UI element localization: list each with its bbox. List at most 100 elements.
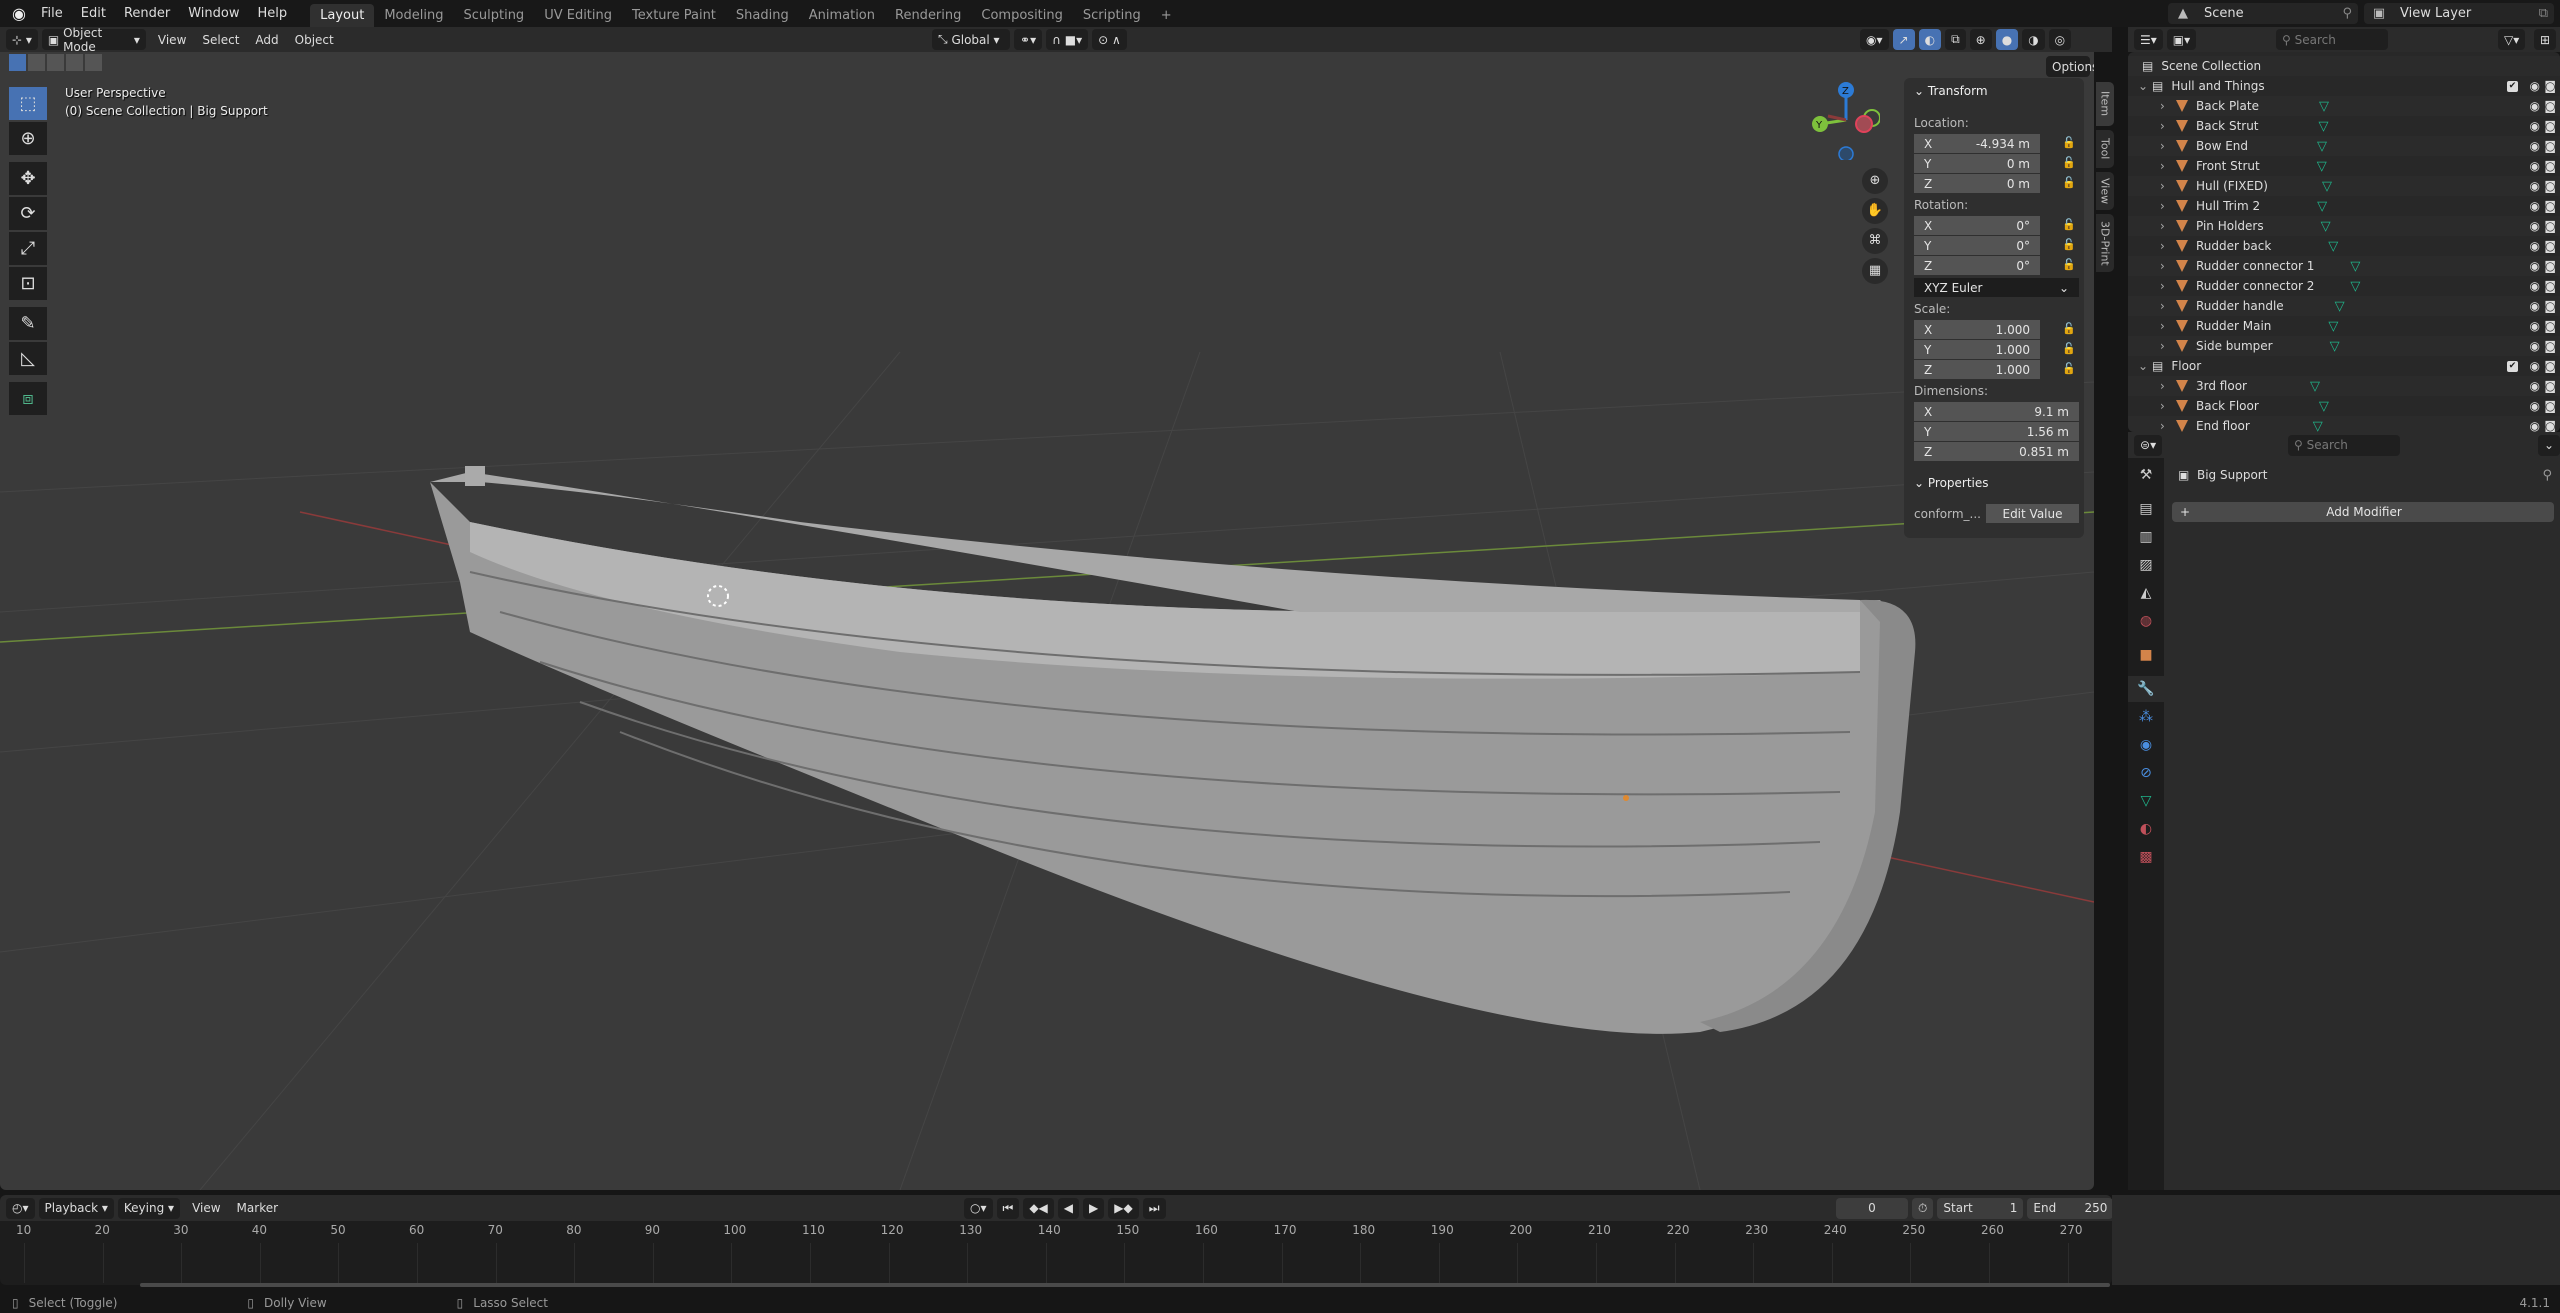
visibility-dropdown[interactable]: ◉ ▾ bbox=[1860, 29, 1889, 50]
timeline-scrollbar[interactable] bbox=[140, 1283, 2110, 1287]
lock-rotation-x-icon[interactable]: 🔓 bbox=[2062, 218, 2076, 232]
jump-start-button[interactable]: ⏮ bbox=[996, 1197, 1020, 1219]
scene-selector[interactable]: ▲ Scene ⚲ bbox=[2168, 3, 2358, 24]
outliner-object[interactable]: › Rudder connector 1 ▽ ◉ ◙ bbox=[2128, 256, 2560, 276]
location-x-field[interactable]: X -4.934 m bbox=[1914, 134, 2040, 153]
tool-rotate[interactable]: ⟳ bbox=[9, 197, 47, 230]
eye-icon[interactable]: ◉ bbox=[2530, 179, 2540, 193]
dimensions-y-field[interactable]: Y 1.56 m bbox=[1914, 422, 2079, 441]
outliner-object[interactable]: › Side bumper ▽ ◉ ◙ bbox=[2128, 336, 2560, 356]
workspace-tab-compositing[interactable]: Compositing bbox=[971, 4, 1073, 27]
mesh-data-icon[interactable]: ▽ bbox=[2310, 379, 2320, 394]
camera-icon[interactable]: ◙ bbox=[2544, 199, 2556, 213]
rotation-y-field[interactable]: Y 0° bbox=[1914, 236, 2040, 255]
menu-timeline-view[interactable]: View bbox=[184, 1201, 228, 1215]
timeline-area[interactable]: 10 20 30 40 50 60 70 80 90 100 110 120 130 140 150 160 1… bbox=[0, 1221, 2112, 1287]
mesh-data-icon[interactable]: ▽ bbox=[2317, 139, 2327, 154]
properties-tab-scene[interactable]: ◭ bbox=[2128, 580, 2164, 606]
camera-icon[interactable]: ◙ bbox=[2544, 119, 2556, 133]
lock-location-y-icon[interactable]: 🔓 bbox=[2062, 156, 2076, 170]
auto-keying-toggle[interactable]: ○ ▾ bbox=[964, 1197, 993, 1219]
add-workspace-button[interactable]: + bbox=[1151, 4, 1182, 27]
new-collection-button[interactable]: ⊞ bbox=[2534, 29, 2557, 50]
camera-icon[interactable]: ◙ bbox=[2544, 179, 2556, 193]
eye-icon[interactable]: ◉ bbox=[2530, 119, 2540, 133]
mesh-data-icon[interactable]: ▽ bbox=[2313, 419, 2323, 433]
tool-transform[interactable]: ⊡ bbox=[9, 267, 47, 300]
options-button[interactable]: Options bbox=[2046, 56, 2094, 77]
expand-chevron-icon[interactable]: ⌄ bbox=[2138, 359, 2152, 373]
outliner-object[interactable]: › End floor ▽ ◉ ◙ bbox=[2128, 416, 2560, 432]
camera-icon[interactable]: ◙ bbox=[2544, 359, 2556, 373]
pan-view-icon[interactable]: ✋ bbox=[1862, 198, 1888, 224]
lock-scale-y-icon[interactable]: 🔓 bbox=[2062, 342, 2076, 356]
outliner-object[interactable]: › Rudder Main ▽ ◉ ◙ bbox=[2128, 316, 2560, 336]
edit-value-button[interactable]: Edit Value bbox=[1986, 504, 2079, 523]
overlay-toggle[interactable]: ◐ bbox=[1918, 29, 1942, 50]
lock-scale-x-icon[interactable]: 🔓 bbox=[2062, 322, 2076, 336]
eye-icon[interactable]: ◉ bbox=[2530, 319, 2540, 333]
lock-location-x-icon[interactable]: 🔓 bbox=[2062, 136, 2076, 150]
outliner-object[interactable]: › Hull (FIXED) ▽ ◉ ◙ bbox=[2128, 176, 2560, 196]
camera-icon[interactable]: ◙ bbox=[2544, 139, 2556, 153]
outliner-object[interactable]: › Pin Holders ▽ ◉ ◙ bbox=[2128, 216, 2560, 236]
properties-tab-constraints[interactable]: ⊘ bbox=[2128, 760, 2164, 786]
workspace-tab-modeling[interactable]: Modeling bbox=[374, 4, 453, 27]
properties-tab-texture[interactable]: ▩ bbox=[2128, 844, 2164, 870]
next-keyframe-button[interactable]: ▶◆ bbox=[1108, 1197, 1139, 1219]
end-frame-field[interactable]: End 250 bbox=[2027, 1197, 2114, 1219]
outliner-object[interactable]: › Rudder handle ▽ ◉ ◙ bbox=[2128, 296, 2560, 316]
camera-icon[interactable]: ◙ bbox=[2544, 399, 2556, 413]
workspace-tab-scripting[interactable]: Scripting bbox=[1073, 4, 1151, 27]
pin-icon[interactable]: ⚲ bbox=[2342, 6, 2358, 21]
mode-intersect-selection-icon[interactable] bbox=[85, 54, 102, 71]
camera-icon[interactable]: ◙ bbox=[2544, 259, 2556, 273]
menu-marker[interactable]: Marker bbox=[229, 1201, 286, 1215]
tool-move[interactable]: ✥ bbox=[9, 162, 47, 195]
mode-selector[interactable]: ▣ Object Mode ▾ bbox=[41, 26, 146, 54]
menu-file[interactable]: File bbox=[32, 0, 72, 27]
properties-tab-particles[interactable]: ⁂ bbox=[2128, 704, 2164, 730]
lock-rotation-z-icon[interactable]: 🔓 bbox=[2062, 258, 2076, 272]
mesh-data-icon[interactable]: ▽ bbox=[2322, 179, 2332, 194]
3d-viewport[interactable]: ⬚ ⊕ ✥ ⟳ ⤢ ⊡ ✎ ◺ ⧈ User Perspective (0) S… bbox=[0, 52, 2094, 1190]
menu-window[interactable]: Window bbox=[179, 0, 248, 27]
menu-select[interactable]: Select bbox=[194, 33, 247, 47]
outliner-collection[interactable]: ⌄ ▤ Floor ✔ ◉ ◙ bbox=[2128, 356, 2560, 376]
menu-edit[interactable]: Edit bbox=[72, 0, 115, 27]
menu-playback[interactable]: Playback ▾ bbox=[38, 1197, 114, 1219]
editor-type-button[interactable]: ⊹ ▾ bbox=[6, 29, 38, 50]
display-mode-dropdown[interactable]: ▣ ▾ bbox=[2166, 29, 2197, 50]
outliner-object[interactable]: › 3rd floor ▽ ◉ ◙ bbox=[2128, 376, 2560, 396]
add-modifier-button[interactable]: + Add Modifier bbox=[2172, 502, 2554, 522]
jump-end-button[interactable]: ⏭ bbox=[1142, 1197, 1166, 1219]
expand-chevron-icon[interactable]: › bbox=[2160, 419, 2176, 432]
mesh-data-icon[interactable]: ▽ bbox=[2319, 119, 2329, 134]
camera-icon[interactable]: ◙ bbox=[2544, 219, 2556, 233]
properties-editor-type[interactable]: ⊜ ▾ bbox=[2134, 434, 2163, 456]
workspace-tab-sculpting[interactable]: Sculpting bbox=[453, 4, 534, 27]
mode-new-selection-icon[interactable] bbox=[9, 54, 26, 71]
properties-tab-object[interactable]: ■ bbox=[2128, 642, 2164, 668]
camera-icon[interactable]: ◙ bbox=[2544, 279, 2556, 293]
tool-add-cube[interactable]: ⧈ bbox=[9, 382, 47, 415]
camera-icon[interactable]: ◙ bbox=[2544, 339, 2556, 353]
dimensions-x-field[interactable]: X 9.1 m bbox=[1914, 402, 2079, 421]
lock-location-z-icon[interactable]: 🔓 bbox=[2062, 176, 2076, 190]
expand-chevron-icon[interactable]: › bbox=[2160, 139, 2176, 153]
zoom-view-icon[interactable]: ⊕ bbox=[1862, 168, 1888, 194]
play-reverse-button[interactable]: ◀ bbox=[1057, 1197, 1080, 1219]
collection-exclude-checkbox[interactable]: ✔ bbox=[2507, 360, 2518, 372]
properties-options-dropdown[interactable]: ⌄ bbox=[2538, 434, 2560, 456]
mode-invert-selection-icon[interactable] bbox=[66, 54, 83, 71]
sidebar-tab-tool[interactable]: Tool bbox=[2096, 130, 2114, 168]
outliner-object[interactable]: › Back Floor ▽ ◉ ◙ bbox=[2128, 396, 2560, 416]
mesh-data-icon[interactable]: ▽ bbox=[2317, 199, 2327, 214]
eye-icon[interactable]: ◉ bbox=[2530, 159, 2540, 173]
expand-chevron-icon[interactable]: › bbox=[2160, 399, 2176, 413]
outliner-object[interactable]: › Bow End ▽ ◉ ◙ bbox=[2128, 136, 2560, 156]
expand-chevron-icon[interactable]: › bbox=[2160, 179, 2176, 193]
preview-range-toggle[interactable]: ⏱ bbox=[1912, 1197, 1934, 1219]
camera-icon[interactable]: ◙ bbox=[2544, 239, 2556, 253]
transform-panel-header[interactable]: ⌄ Transform bbox=[1914, 84, 1988, 98]
